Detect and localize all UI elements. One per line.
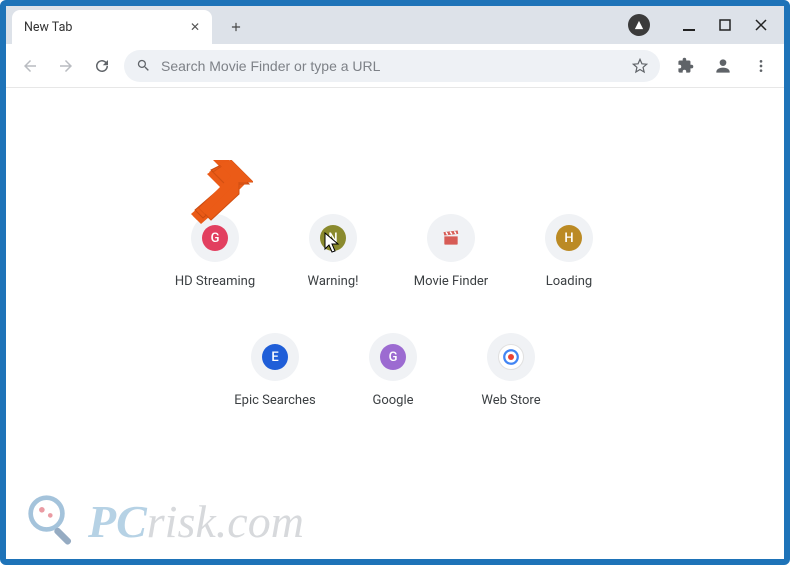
shortcut-movie-finder[interactable]: Movie Finder — [401, 214, 501, 289]
shortcut-letter: E — [271, 350, 278, 365]
shortcut-warning[interactable]: N Warning! — [283, 214, 383, 289]
address-bar[interactable] — [124, 50, 660, 82]
arrow-right-icon — [57, 57, 75, 75]
reload-icon — [93, 57, 111, 75]
shortcut-tile — [487, 333, 535, 381]
toolbar — [6, 44, 784, 88]
shortcut-favicon: N — [320, 225, 346, 251]
minimize-button[interactable] — [682, 18, 696, 32]
profile-button[interactable] — [710, 53, 736, 79]
shortcut-label: Movie Finder — [414, 274, 488, 289]
new-tab-content: G HD Streaming N Warning! — [6, 88, 784, 559]
maximize-button[interactable] — [718, 18, 732, 32]
shortcut-tile: G — [369, 333, 417, 381]
close-window-button[interactable] — [754, 18, 768, 32]
incognito-badge-icon — [628, 14, 650, 36]
browser-tab[interactable]: New Tab ✕ — [12, 10, 212, 44]
watermark-text: PCrisk.com — [88, 495, 304, 548]
shortcut-loading[interactable]: H Loading — [519, 214, 619, 289]
shortcut-tile: H — [545, 214, 593, 262]
bookmark-star-icon[interactable] — [632, 58, 648, 74]
tab-title: New Tab — [24, 20, 72, 35]
shortcut-letter: G — [211, 231, 220, 246]
reload-button[interactable] — [88, 52, 116, 80]
kebab-menu-icon — [753, 58, 769, 74]
shortcut-letter: N — [328, 231, 337, 246]
shortcut-tile: E — [251, 333, 299, 381]
watermark-brand-rest: risk.com — [147, 495, 304, 548]
shortcut-hd-streaming[interactable]: G HD Streaming — [165, 214, 265, 289]
forward-button[interactable] — [52, 52, 80, 80]
shortcut-label: Warning! — [308, 274, 359, 289]
shortcuts-grid: G HD Streaming N Warning! — [165, 214, 625, 408]
shortcut-epic-searches[interactable]: E Epic Searches — [225, 333, 325, 408]
close-tab-icon[interactable]: ✕ — [190, 20, 200, 34]
shortcut-favicon: G — [380, 344, 406, 370]
magnifier-icon — [26, 493, 82, 549]
shortcut-favicon: H — [556, 225, 582, 251]
web-store-icon — [498, 344, 524, 370]
shortcut-tile — [427, 214, 475, 262]
title-bar: New Tab ✕ — [6, 6, 784, 44]
shortcut-favicon: G — [202, 225, 228, 251]
shortcut-tile: N — [309, 214, 357, 262]
address-input[interactable] — [161, 58, 622, 74]
menu-button[interactable] — [748, 53, 774, 79]
shortcut-label: Loading — [546, 274, 592, 289]
shortcut-label: Web Store — [481, 393, 540, 408]
extensions-button[interactable] — [672, 53, 698, 79]
shortcut-label: Google — [372, 393, 413, 408]
search-icon — [136, 58, 151, 73]
watermark-brand-first: PC — [88, 495, 147, 548]
avatar-icon — [713, 56, 733, 76]
clapperboard-icon — [438, 225, 464, 251]
shortcut-google[interactable]: G Google — [343, 333, 443, 408]
plus-icon — [229, 20, 243, 34]
shortcut-letter: H — [564, 231, 573, 246]
browser-window: New Tab ✕ — [6, 6, 784, 559]
toolbar-right — [672, 53, 774, 79]
watermark: PCrisk.com — [26, 493, 304, 549]
puzzle-icon — [677, 57, 694, 74]
arrow-left-icon — [21, 57, 39, 75]
shortcut-label: HD Streaming — [175, 274, 255, 289]
shortcut-tile: G — [191, 214, 239, 262]
shortcut-favicon: E — [262, 344, 288, 370]
shortcut-letter: G — [389, 350, 398, 365]
back-button[interactable] — [16, 52, 44, 80]
shortcut-label: Epic Searches — [234, 393, 315, 408]
shortcut-web-store[interactable]: Web Store — [461, 333, 561, 408]
window-controls — [628, 6, 780, 44]
new-tab-button[interactable] — [222, 13, 250, 41]
